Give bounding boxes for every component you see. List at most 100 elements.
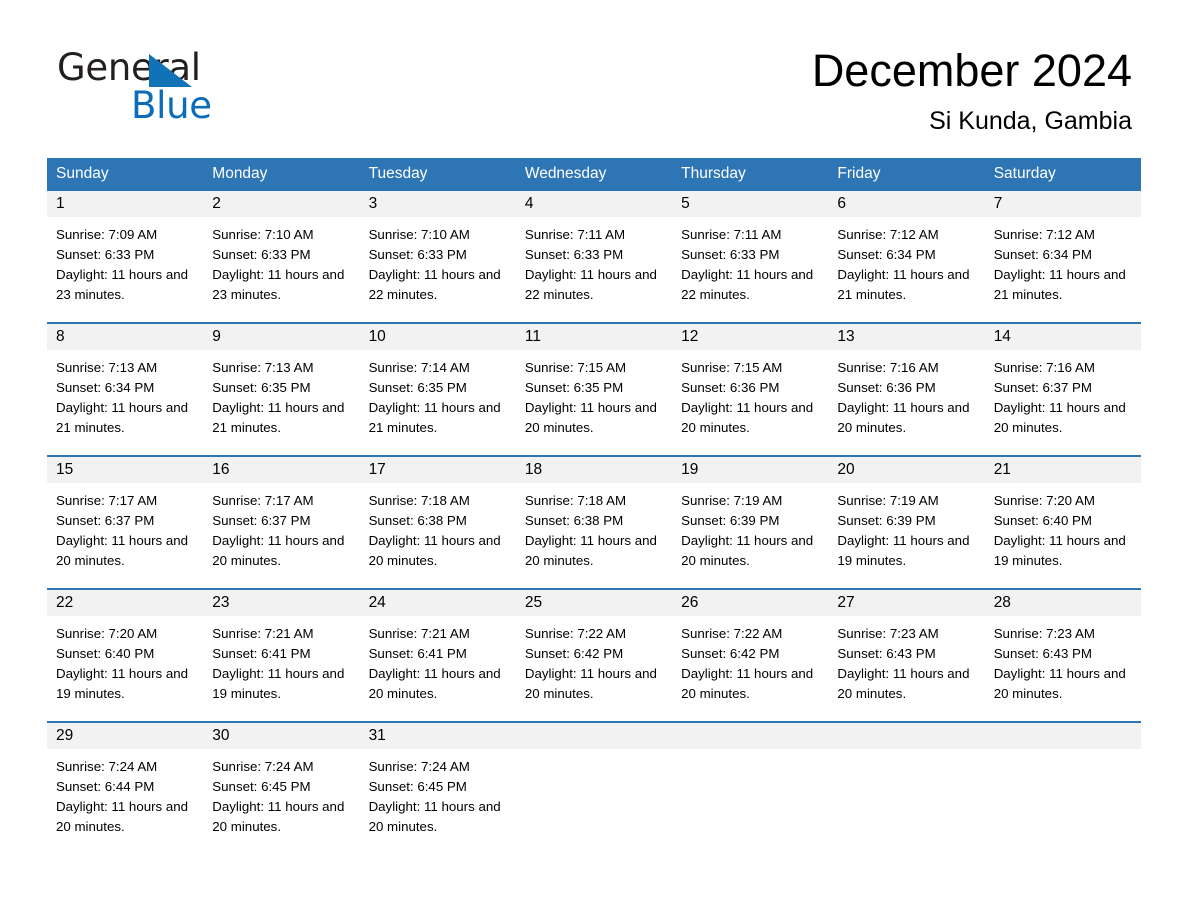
day-info: Sunrise: 7:13 AM Sunset: 6:35 PM Dayligh…	[203, 350, 359, 438]
day-number-band: 5	[672, 191, 829, 217]
day-cell[interactable]: 20 Sunrise: 7:19 AM Sunset: 6:39 PM Dayl…	[828, 457, 985, 588]
sunset-text: Sunset: 6:42 PM	[524, 646, 624, 661]
day-number-band: 25	[515, 590, 673, 616]
day-info: Sunrise: 7:22 AM Sunset: 6:42 PM Dayligh…	[672, 616, 828, 704]
sunset-text: Sunset: 6:37 PM	[56, 513, 155, 528]
day-info: Sunrise: 7:18 AM Sunset: 6:38 PM Dayligh…	[360, 483, 516, 571]
day-number: 5	[681, 195, 690, 212]
day-number: 1	[56, 195, 65, 212]
day-cell[interactable]: 26 Sunrise: 7:22 AM Sunset: 6:42 PM Dayl…	[672, 590, 829, 721]
daylight-text: Daylight: 11 hours and 20 minutes.	[212, 799, 345, 834]
day-cell[interactable]: 30 Sunrise: 7:24 AM Sunset: 6:45 PM Dayl…	[203, 723, 360, 854]
day-cell[interactable]: 10 Sunrise: 7:14 AM Sunset: 6:35 PM Dayl…	[359, 324, 516, 455]
sunrise-text: Sunrise: 7:14 AM	[368, 360, 470, 375]
day-number-band: 2	[203, 191, 360, 217]
day-number: 13	[837, 328, 855, 345]
sunrise-text: Sunrise: 7:24 AM	[56, 759, 158, 774]
day-info: Sunrise: 7:21 AM Sunset: 6:41 PM Dayligh…	[203, 616, 359, 704]
day-cell[interactable]: 14 Sunrise: 7:16 AM Sunset: 6:37 PM Dayl…	[984, 324, 1141, 455]
daylight-text: Daylight: 11 hours and 21 minutes.	[56, 400, 189, 435]
weekday-header-thursday: Thursday	[681, 165, 746, 182]
daylight-text: Daylight: 11 hours and 22 minutes.	[681, 267, 814, 302]
day-cell[interactable]: 12 Sunrise: 7:15 AM Sunset: 6:36 PM Dayl…	[672, 324, 829, 455]
logo-text-blue: Blue	[131, 84, 212, 127]
day-cell[interactable]: 31 Sunrise: 7:24 AM Sunset: 6:45 PM Dayl…	[359, 723, 516, 854]
day-number: 24	[368, 594, 386, 611]
day-number-band: 30	[203, 723, 360, 749]
day-cell-empty	[672, 723, 829, 854]
sunset-text: Sunset: 6:35 PM	[212, 380, 311, 395]
day-cell[interactable]: 22 Sunrise: 7:20 AM Sunset: 6:40 PM Dayl…	[47, 590, 204, 721]
day-cell[interactable]: 15 Sunrise: 7:17 AM Sunset: 6:37 PM Dayl…	[47, 457, 204, 588]
location-subtitle: Si Kunda, Gambia	[929, 107, 1132, 135]
sunrise-text: Sunrise: 7:19 AM	[681, 493, 783, 508]
day-cell[interactable]: 29 Sunrise: 7:24 AM Sunset: 6:44 PM Dayl…	[47, 723, 204, 854]
day-info: Sunrise: 7:12 AM Sunset: 6:34 PM Dayligh…	[985, 217, 1141, 305]
sunset-text: Sunset: 6:43 PM	[837, 646, 936, 661]
day-cell[interactable]: 11 Sunrise: 7:15 AM Sunset: 6:35 PM Dayl…	[515, 324, 673, 455]
sunrise-text: Sunrise: 7:24 AM	[212, 759, 314, 774]
daylight-text: Daylight: 11 hours and 19 minutes.	[56, 666, 189, 701]
sunset-text: Sunset: 6:33 PM	[56, 247, 155, 262]
day-info: Sunrise: 7:10 AM Sunset: 6:33 PM Dayligh…	[203, 217, 359, 305]
day-cell[interactable]: 21 Sunrise: 7:20 AM Sunset: 6:40 PM Dayl…	[984, 457, 1141, 588]
day-cell[interactable]: 8 Sunrise: 7:13 AM Sunset: 6:34 PM Dayli…	[47, 324, 204, 455]
day-cell[interactable]: 2 Sunrise: 7:10 AM Sunset: 6:33 PM Dayli…	[203, 191, 360, 322]
day-cell[interactable]: 1 Sunrise: 7:09 AM Sunset: 6:33 PM Dayli…	[47, 191, 204, 322]
day-number-band: 23	[203, 590, 360, 616]
sunrise-text: Sunrise: 7:10 AM	[368, 227, 470, 242]
day-cell[interactable]: 27 Sunrise: 7:23 AM Sunset: 6:43 PM Dayl…	[828, 590, 985, 721]
daylight-text: Daylight: 11 hours and 20 minutes.	[56, 799, 189, 834]
day-cell[interactable]: 17 Sunrise: 7:18 AM Sunset: 6:38 PM Dayl…	[359, 457, 516, 588]
daylight-text: Daylight: 11 hours and 20 minutes.	[56, 533, 189, 568]
day-number: 28	[993, 594, 1011, 611]
day-number-band: 7	[984, 191, 1141, 217]
day-cell[interactable]: 16 Sunrise: 7:17 AM Sunset: 6:37 PM Dayl…	[203, 457, 360, 588]
day-info: Sunrise: 7:23 AM Sunset: 6:43 PM Dayligh…	[985, 616, 1141, 704]
day-cell[interactable]: 7 Sunrise: 7:12 AM Sunset: 6:34 PM Dayli…	[984, 191, 1141, 322]
day-cell[interactable]: 9 Sunrise: 7:13 AM Sunset: 6:35 PM Dayli…	[203, 324, 360, 455]
weekday-header-wednesday: Wednesday	[524, 165, 607, 182]
day-cell[interactable]: 18 Sunrise: 7:18 AM Sunset: 6:38 PM Dayl…	[515, 457, 673, 588]
day-number-band	[672, 723, 829, 749]
day-cell[interactable]: 4 Sunrise: 7:11 AM Sunset: 6:33 PM Dayli…	[515, 191, 673, 322]
day-info: Sunrise: 7:11 AM Sunset: 6:33 PM Dayligh…	[672, 217, 828, 305]
day-info: Sunrise: 7:13 AM Sunset: 6:34 PM Dayligh…	[47, 350, 203, 438]
sunrise-text: Sunrise: 7:22 AM	[681, 626, 783, 641]
day-cell[interactable]: 13 Sunrise: 7:16 AM Sunset: 6:36 PM Dayl…	[828, 324, 985, 455]
sunset-text: Sunset: 6:38 PM	[524, 513, 624, 528]
page-title: December 2024	[811, 45, 1132, 96]
day-number: 18	[524, 461, 543, 478]
day-number: 15	[56, 461, 74, 478]
daylight-text: Daylight: 11 hours and 23 minutes.	[212, 267, 345, 302]
day-cell[interactable]: 6 Sunrise: 7:12 AM Sunset: 6:34 PM Dayli…	[828, 191, 985, 322]
day-number: 14	[993, 328, 1011, 345]
daylight-text: Daylight: 11 hours and 23 minutes.	[56, 267, 189, 302]
daylight-text: Daylight: 11 hours and 21 minutes.	[212, 400, 345, 435]
day-cell[interactable]: 28 Sunrise: 7:23 AM Sunset: 6:43 PM Dayl…	[984, 590, 1141, 721]
day-cell[interactable]: 3 Sunrise: 7:10 AM Sunset: 6:33 PM Dayli…	[359, 191, 516, 322]
sunset-text: Sunset: 6:44 PM	[56, 779, 155, 794]
day-number: 30	[212, 727, 230, 744]
day-number: 31	[368, 727, 386, 744]
day-number-band: 31	[359, 723, 516, 749]
day-cell[interactable]: 24 Sunrise: 7:21 AM Sunset: 6:41 PM Dayl…	[359, 590, 516, 721]
day-number-band: 15	[47, 457, 204, 483]
day-info: Sunrise: 7:22 AM Sunset: 6:42 PM Dayligh…	[516, 616, 672, 704]
sunrise-text: Sunrise: 7:15 AM	[524, 360, 627, 375]
day-cell[interactable]: 23 Sunrise: 7:21 AM Sunset: 6:41 PM Dayl…	[203, 590, 360, 721]
day-info: Sunrise: 7:16 AM Sunset: 6:36 PM Dayligh…	[828, 350, 984, 438]
day-number: 27	[837, 594, 855, 611]
sunrise-text: Sunrise: 7:18 AM	[524, 493, 627, 508]
day-cell[interactable]: 5 Sunrise: 7:11 AM Sunset: 6:33 PM Dayli…	[672, 191, 829, 322]
sunrise-text: Sunrise: 7:16 AM	[993, 360, 1095, 375]
sunrise-text: Sunrise: 7:13 AM	[56, 360, 158, 375]
day-info: Sunrise: 7:12 AM Sunset: 6:34 PM Dayligh…	[828, 217, 984, 305]
weekday-header-tuesday: Tuesday	[368, 165, 428, 182]
sunrise-text: Sunrise: 7:09 AM	[56, 227, 158, 242]
sunrise-text: Sunrise: 7:10 AM	[212, 227, 314, 242]
day-cell[interactable]: 19 Sunrise: 7:19 AM Sunset: 6:39 PM Dayl…	[672, 457, 829, 588]
day-cell[interactable]: 25 Sunrise: 7:22 AM Sunset: 6:42 PM Dayl…	[515, 590, 673, 721]
sunrise-text: Sunrise: 7:12 AM	[993, 227, 1095, 242]
day-number: 25	[524, 594, 543, 611]
